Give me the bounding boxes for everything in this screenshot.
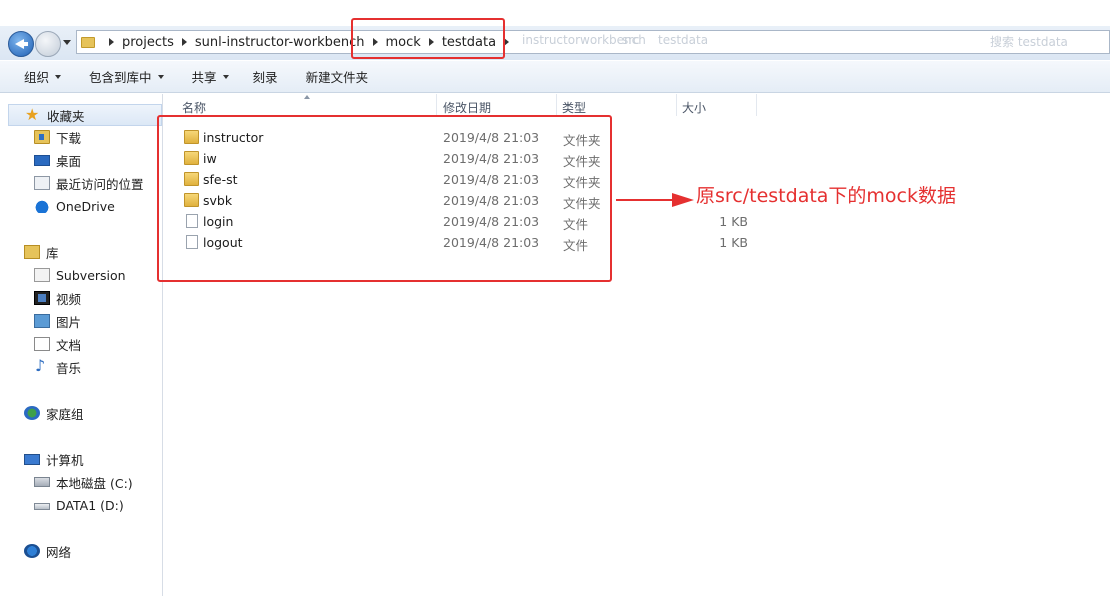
sidebar-item-label: OneDrive xyxy=(56,198,115,214)
column-divider[interactable] xyxy=(756,94,757,116)
sidebar-item-label: 家庭组 xyxy=(46,406,84,422)
sidebar-item-label: 下载 xyxy=(56,130,82,146)
sort-ascending-icon xyxy=(304,95,310,99)
breadcrumb-projects[interactable]: projects xyxy=(122,35,174,50)
new-folder-label: 新建文件夹 xyxy=(305,70,369,85)
document-icon xyxy=(34,337,50,351)
annotation-text: 原src/testdata下的mock数据 xyxy=(696,185,957,207)
folder-icon xyxy=(81,36,95,48)
video-icon xyxy=(34,291,50,305)
homegroup-icon xyxy=(24,406,40,420)
sidebar-item-label: 音乐 xyxy=(56,360,82,376)
drive-icon xyxy=(34,503,50,510)
share-button[interactable]: 共享 xyxy=(182,67,239,86)
computer-icon xyxy=(24,453,40,465)
navigation-pane: 收藏夹 下载 桌面 最近访问的位置 OneDrive 库 Subversion … xyxy=(0,94,163,596)
sidebar-item-network[interactable]: 网络 xyxy=(0,540,71,562)
sidebar-item-data1[interactable]: DATA1 (D:) xyxy=(0,494,124,516)
annotation-box-breadcrumb xyxy=(351,18,505,59)
system-drive-icon xyxy=(34,477,50,487)
sidebar-item-label: 最近访问的位置 xyxy=(56,176,144,192)
sidebar-item-label: DATA1 (D:) xyxy=(56,497,124,513)
burn-label: 刻录 xyxy=(252,70,278,85)
forward-button[interactable] xyxy=(35,31,61,57)
sidebar-item-label: 收藏夹 xyxy=(47,108,85,124)
column-name[interactable]: 名称 xyxy=(182,99,206,116)
picture-icon xyxy=(34,314,50,328)
sidebar-item-desktop[interactable]: 桌面 xyxy=(0,149,81,171)
music-icon xyxy=(34,356,50,375)
sidebar-item-documents[interactable]: 文档 xyxy=(0,333,81,355)
sidebar-item-homegroup[interactable]: 家庭组 xyxy=(0,402,84,424)
caret-down-icon xyxy=(222,74,229,79)
breadcrumb-workbench[interactable]: sunl-instructor-workbench xyxy=(195,35,365,50)
include-in-library-label: 包含到库中 xyxy=(89,70,152,85)
library-icon xyxy=(24,245,40,259)
sidebar-item-label: 桌面 xyxy=(56,153,82,169)
annotation-arrow-icon xyxy=(616,193,694,207)
burn-button[interactable]: 刻录 xyxy=(243,67,288,86)
recent-places-icon xyxy=(34,176,50,190)
download-folder-icon xyxy=(34,130,50,144)
ghost-breadcrumb: testdata xyxy=(658,33,709,47)
star-icon xyxy=(25,105,41,124)
back-button[interactable] xyxy=(8,31,34,57)
sidebar-item-pictures[interactable]: 图片 xyxy=(0,310,81,332)
sidebar-item-subversion[interactable]: Subversion xyxy=(0,264,126,286)
sidebar-item-favorites[interactable]: 收藏夹 xyxy=(8,104,162,126)
include-in-library-button[interactable]: 包含到库中 xyxy=(79,67,174,86)
column-size[interactable]: 大小 xyxy=(682,99,706,116)
column-modified[interactable]: 修改日期 xyxy=(443,99,491,116)
column-type[interactable]: 类型 xyxy=(562,99,586,116)
caret-down-icon xyxy=(157,74,164,79)
sidebar-item-recent[interactable]: 最近访问的位置 xyxy=(0,172,144,194)
sidebar-item-downloads[interactable]: 下载 xyxy=(0,126,81,148)
chevron-right-icon[interactable] xyxy=(181,38,187,46)
sidebar-item-label: 图片 xyxy=(56,314,82,330)
sidebar-item-computer[interactable]: 计算机 xyxy=(0,448,84,470)
network-icon xyxy=(24,544,40,558)
annotation-box-files xyxy=(157,115,612,282)
cloud-icon xyxy=(34,199,50,213)
new-folder-button[interactable]: 新建文件夹 xyxy=(296,67,379,86)
organize-button[interactable]: 组织 xyxy=(14,67,71,86)
file-size: 1 KB xyxy=(719,214,748,229)
organize-label: 组织 xyxy=(24,70,50,85)
recent-pages-dropdown[interactable] xyxy=(63,40,71,45)
sidebar-item-libraries[interactable]: 库 xyxy=(0,241,59,263)
sidebar-item-label: 本地磁盘 (C:) xyxy=(56,475,133,491)
chevron-right-icon[interactable] xyxy=(109,38,114,46)
sidebar-item-videos[interactable]: 视频 xyxy=(0,287,81,309)
command-bar: 组织 包含到库中 共享 刻录 新建文件夹 xyxy=(0,61,1110,93)
sidebar-item-label: Subversion xyxy=(56,267,126,283)
share-label: 共享 xyxy=(191,70,217,85)
sidebar-item-music[interactable]: 音乐 xyxy=(0,356,81,378)
column-header: 名称 修改日期 类型 大小 xyxy=(164,94,1110,116)
sidebar-item-label: 库 xyxy=(46,245,59,261)
column-divider[interactable] xyxy=(436,94,437,116)
sidebar-item-onedrive[interactable]: OneDrive xyxy=(0,195,115,217)
sidebar-item-label: 视频 xyxy=(56,291,82,307)
column-divider[interactable] xyxy=(676,94,677,116)
sidebar-item-label: 网络 xyxy=(46,544,72,560)
sidebar-item-label: 计算机 xyxy=(46,452,84,468)
sidebar-item-label: 文档 xyxy=(56,337,82,353)
ghost-search: 搜索 testdata xyxy=(990,35,1068,49)
desktop-icon xyxy=(34,154,50,166)
subversion-icon xyxy=(34,268,50,282)
ghost-breadcrumb: src xyxy=(622,33,640,47)
caret-down-icon xyxy=(55,74,62,79)
sidebar-item-local-disk[interactable]: 本地磁盘 (C:) xyxy=(0,471,133,493)
file-size: 1 KB xyxy=(719,235,748,250)
column-divider[interactable] xyxy=(556,94,557,116)
